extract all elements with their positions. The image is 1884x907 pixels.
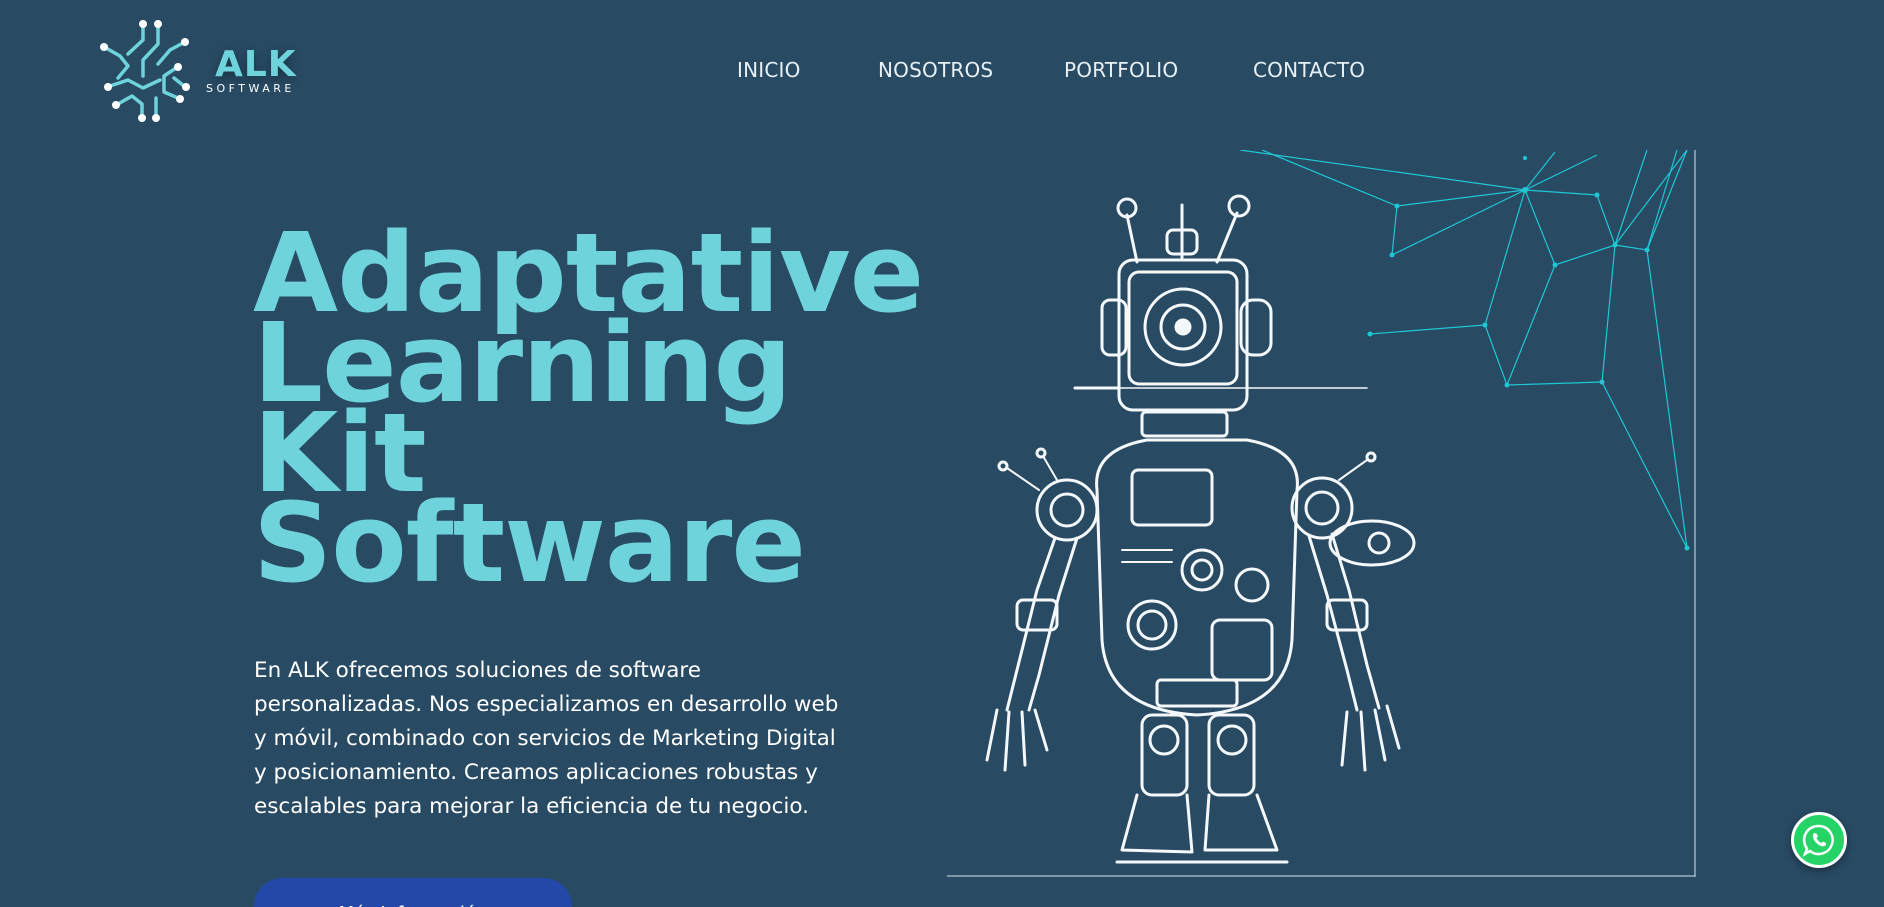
nav-contacto[interactable]: CONTACTO: [1253, 58, 1365, 82]
hero-description: En ALK ofrecemos soluciones de software …: [254, 658, 839, 819]
hero-title: Adaptative Learning Kit Software: [253, 218, 953, 607]
network-lines-graphic: [1239, 150, 1688, 549]
robot-illustration: [947, 150, 1696, 877]
more-info-button[interactable]: Más Información: [254, 878, 572, 907]
nav-portfolio[interactable]: PORTFOLIO: [1064, 58, 1178, 82]
nav-inicio[interactable]: INICIO: [737, 58, 801, 82]
nav-nosotros[interactable]: NOSOTROS: [878, 58, 993, 82]
whatsapp-icon: [1802, 824, 1834, 857]
main-nav: INICIO NOSOTROS PORTFOLIO CONTACTO: [0, 58, 1884, 88]
robot-figure: [985, 194, 1416, 864]
hero-title-line: Software: [253, 479, 806, 607]
network-nodes: [1367, 156, 1690, 551]
whatsapp-button[interactable]: [1791, 812, 1847, 868]
